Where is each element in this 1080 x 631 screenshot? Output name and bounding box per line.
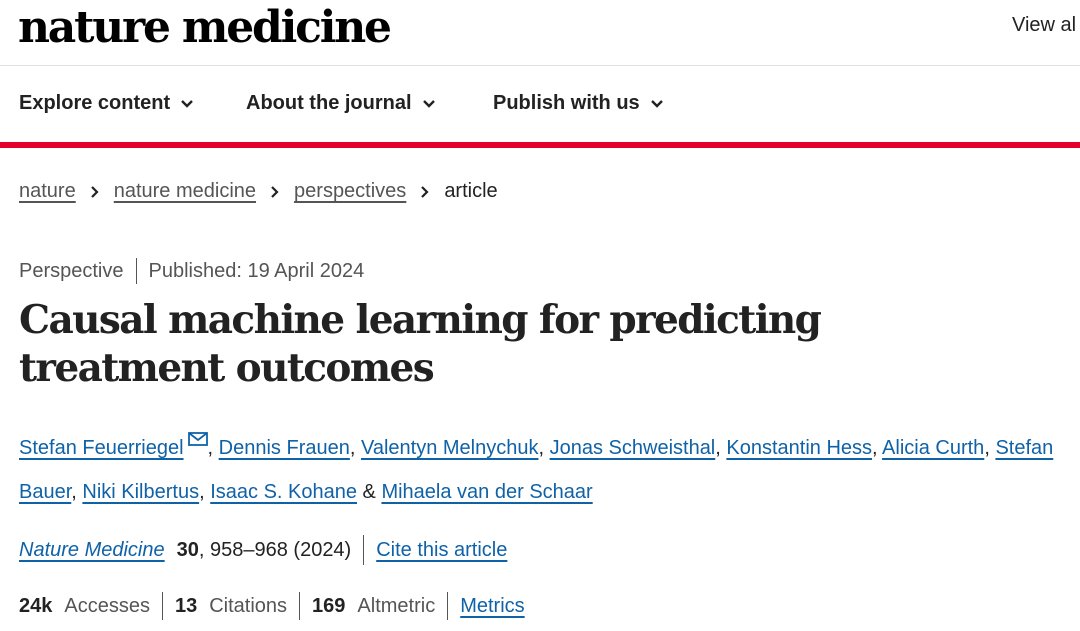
metrics-link[interactable]: Metrics [460,595,524,618]
site-header: nature medicine View al [0,0,1080,66]
chevron-down-icon [422,99,435,108]
author-link[interactable]: Mihaela van der Schaar [381,481,592,503]
nav-item-label: Explore content [19,92,171,114]
author-link[interactable]: Niki Kilbertus [82,481,199,503]
breadcrumb-nature-medicine[interactable]: nature medicine [114,180,256,203]
nav-about-journal[interactable]: About the journal [246,92,436,115]
accesses-count: 24k [19,594,53,617]
meta-divider [135,258,137,284]
article-type: Perspective [19,259,124,282]
author-separator: & [357,481,382,503]
citations-label: Citations [209,594,288,617]
chevron-right-icon [90,185,99,198]
citations-count: 13 [174,594,198,617]
author-separator: , [872,437,883,459]
breadcrumb: nature nature medicine perspectives arti… [19,180,498,203]
author-separator: , [349,437,361,459]
nav-publish-with-us[interactable]: Publish with us [493,92,664,115]
citation-divider [363,535,365,565]
author-separator: , [71,481,83,503]
metrics-divider [299,592,301,620]
author-separator: , [538,437,550,459]
main-nav: Explore content About the journal Publis… [0,66,1080,142]
volume-number: 30 [176,538,199,561]
accesses-label: Accesses [64,594,150,617]
altmetric-score: 169 [312,594,346,617]
article-metrics: 24k Accesses 13 Citations 169 Altmetric … [19,592,525,620]
citation-line: Nature Medicine 30 , 958–968 (2024) Cite… [19,535,507,565]
author-link[interactable]: Alicia Curth [882,437,984,459]
nav-item-label: About the journal [246,92,412,114]
author-link[interactable]: Valentyn Melnychuk [361,437,539,459]
cite-this-article-link[interactable]: Cite this article [376,539,507,562]
author-separator: , [207,437,219,459]
breadcrumb-perspectives[interactable]: perspectives [294,180,406,203]
metrics-divider [447,592,449,620]
accent-divider [0,142,1080,148]
breadcrumb-nature[interactable]: nature [19,180,76,203]
author-link[interactable]: Dennis Frauen [219,437,350,459]
pages-year: , 958–968 (2024) [198,538,352,561]
chevron-right-icon [421,185,429,198]
journal-name-link[interactable]: Nature Medicine [19,539,165,562]
chevron-down-icon [181,99,193,108]
view-all-journals-link[interactable]: View al [1012,14,1076,37]
breadcrumb-current: article [444,180,498,202]
journal-logo[interactable]: nature medicine [18,2,392,54]
article-meta: Perspective Published: 19 April 2024 [19,258,364,284]
author-separator: , [984,437,996,459]
author-separator: , [199,481,211,503]
author-separator: , [715,437,727,459]
metrics-divider [161,592,163,620]
published-date: Published: 19 April 2024 [148,259,365,282]
author-link[interactable]: Isaac S. Kohane [210,481,357,503]
chevron-right-icon [271,185,279,198]
author-link[interactable]: Jonas Schweisthal [550,437,716,459]
mail-icon[interactable] [187,432,208,446]
author-list: Stefan Feuerriegel, Dennis Frauen, Valen… [19,426,1079,514]
nav-item-label: Publish with us [493,92,640,114]
chevron-down-icon [650,99,663,108]
author-link[interactable]: Stefan Feuerriegel [19,437,184,459]
article-title: Causal machine learning for predicting t… [19,297,822,391]
nav-explore-content[interactable]: Explore content [19,92,194,115]
altmetric-label: Altmetric [357,594,436,617]
author-link[interactable]: Konstantin Hess [726,437,872,459]
